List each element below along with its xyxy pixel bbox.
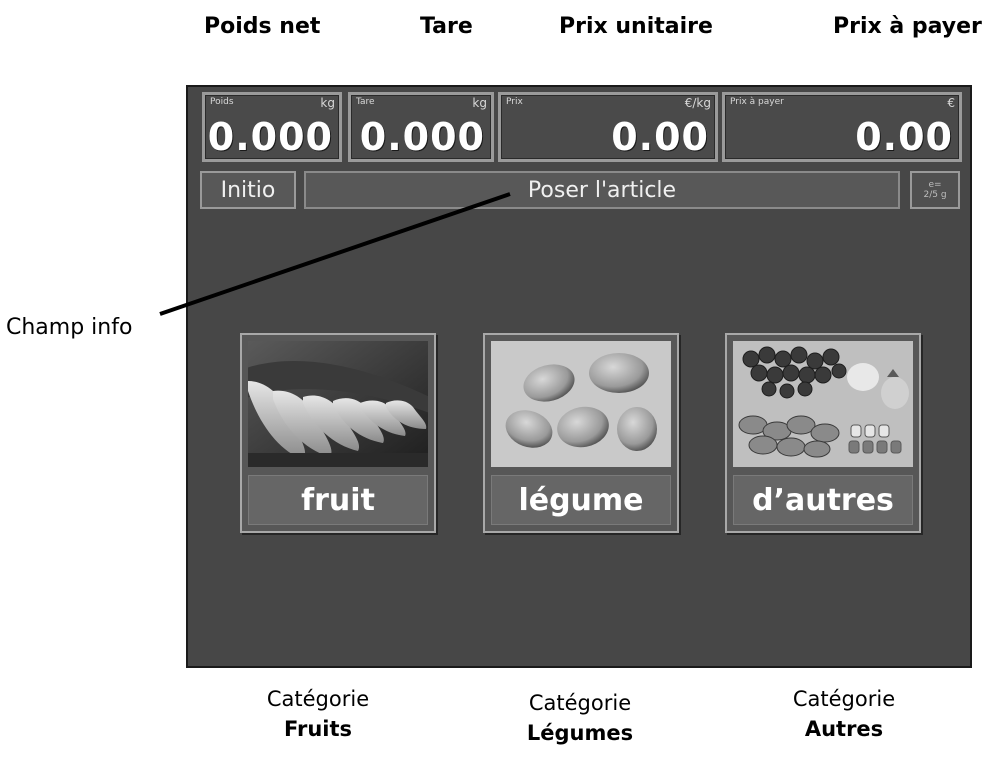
category-button-autres[interactable]: d’autres bbox=[725, 333, 921, 533]
weight-value: 0.000 bbox=[207, 115, 333, 159]
caption-autres-bottom: Autres bbox=[804, 717, 884, 741]
weight-display: Poids kg 0.000 bbox=[202, 92, 342, 162]
annotation-poids-net: Poids net bbox=[204, 14, 321, 39]
annotation-champ-info: Champ info bbox=[6, 315, 133, 340]
scale-screen: Poids kg 0.000 Tare kg 0.000 Prix €/kg 0… bbox=[186, 85, 972, 668]
caption-autres-top: Catégorie bbox=[792, 687, 896, 711]
info-field: Poser l'article bbox=[304, 171, 900, 209]
weight-unit: kg bbox=[320, 96, 335, 110]
category-label-autres: d’autres bbox=[733, 475, 913, 525]
caption-autres: Catégorie Autres bbox=[764, 684, 924, 744]
caption-fruits-bottom: Fruits bbox=[283, 717, 353, 741]
total-unit: € bbox=[947, 96, 955, 110]
tare-value: 0.000 bbox=[359, 115, 485, 159]
price-unit: €/kg bbox=[684, 96, 711, 110]
caption-legumes: Catégorie Légumes bbox=[500, 688, 660, 748]
price-value: 0.00 bbox=[611, 115, 709, 159]
caption-fruits-top: Catégorie bbox=[266, 687, 370, 711]
tare-caption: Tare bbox=[356, 97, 375, 107]
category-button-fruit[interactable]: fruit bbox=[240, 333, 436, 533]
category-label-fruit: fruit bbox=[248, 475, 428, 525]
e-value: 2/5 g bbox=[923, 190, 947, 200]
caption-legumes-bottom: Légumes bbox=[526, 721, 634, 745]
weight-caption: Poids bbox=[210, 97, 234, 107]
total-display: Prix à payer € 0.00 bbox=[722, 92, 962, 162]
price-caption: Prix bbox=[506, 97, 523, 107]
caption-legumes-top: Catégorie bbox=[528, 691, 632, 715]
total-value: 0.00 bbox=[855, 115, 953, 159]
tare-display: Tare kg 0.000 bbox=[348, 92, 494, 162]
caption-fruits: Catégorie Fruits bbox=[238, 684, 398, 744]
mixed-produce-photo bbox=[733, 341, 913, 467]
initio-button[interactable]: Initio bbox=[200, 171, 296, 209]
annotation-prix-unitaire: Prix unitaire bbox=[559, 14, 713, 39]
annotation-tare: Tare bbox=[420, 14, 473, 39]
price-display: Prix €/kg 0.00 bbox=[498, 92, 718, 162]
verification-interval-box: e= 2/5 g bbox=[910, 171, 960, 209]
category-label-legume: légume bbox=[491, 475, 671, 525]
total-caption: Prix à payer bbox=[730, 97, 784, 107]
bananas-photo bbox=[248, 341, 428, 467]
e-label: e= bbox=[928, 180, 942, 190]
annotation-prix-a-payer: Prix à payer bbox=[833, 14, 982, 39]
potatoes-photo bbox=[491, 341, 671, 467]
tare-unit: kg bbox=[472, 96, 487, 110]
category-button-legume[interactable]: légume bbox=[483, 333, 679, 533]
